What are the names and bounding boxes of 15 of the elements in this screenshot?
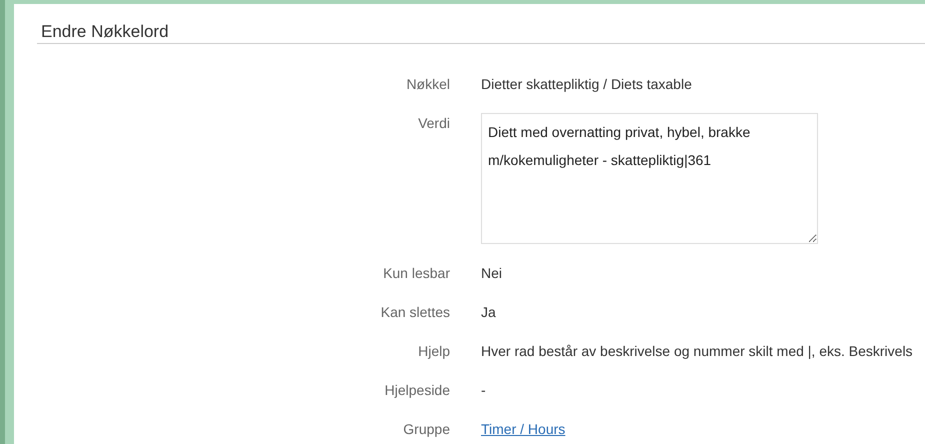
field-label: Kan slettes (380, 303, 450, 322)
value-textarea[interactable]: Diett med overnatting privat, hybel, brakke m/kokemuligheter - skattepliktig|361 (481, 113, 818, 244)
field-value: Hver rad består av beskrivelse og nummer skilt med |, eks. Beskrivels (481, 342, 913, 361)
page-title: Endre Nøkkelord (41, 22, 170, 42)
field-value: Nei (481, 264, 502, 283)
field-value: Ja (481, 303, 496, 322)
field-label: Hjelp (418, 342, 450, 361)
field-label: Nøkkel (406, 75, 450, 94)
field-label: Hjelpeside (384, 381, 450, 400)
field-label: Kun lesbar (383, 264, 450, 283)
field-label: Verdi (418, 114, 450, 133)
field-label: Gruppe (403, 420, 450, 439)
field-value: Dietter skattepliktig / Diets taxable (481, 75, 692, 94)
group-link[interactable]: Timer / Hours (481, 419, 566, 439)
field-value: - (481, 381, 486, 400)
